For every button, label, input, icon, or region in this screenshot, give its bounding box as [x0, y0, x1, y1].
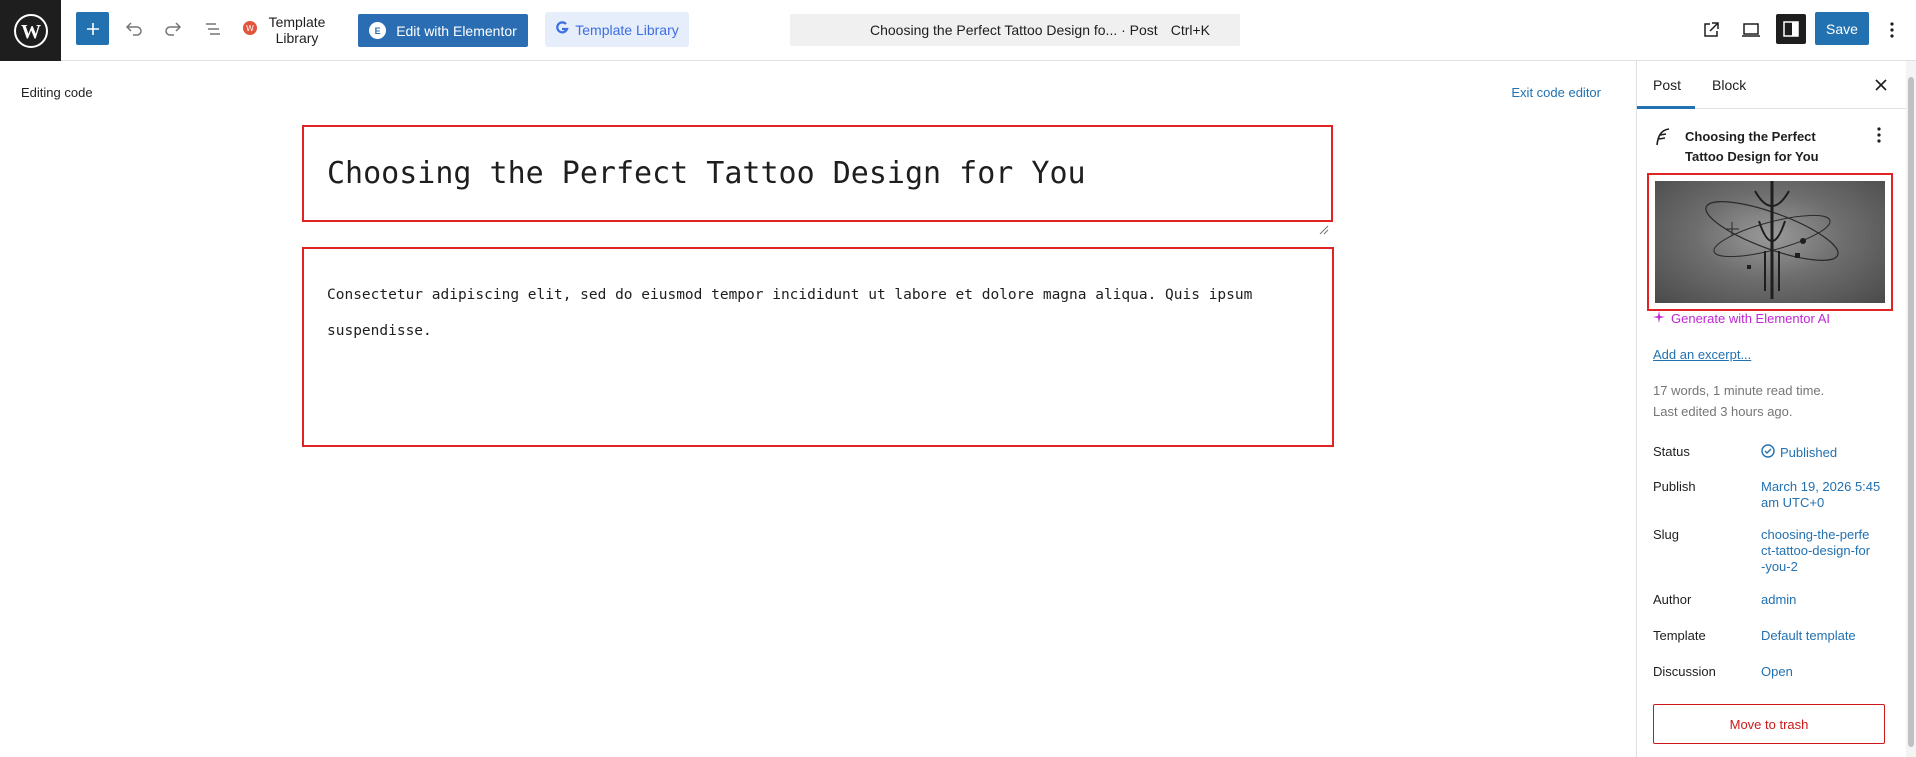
add-excerpt-link[interactable]: Add an excerpt...: [1653, 347, 1751, 362]
featured-image: [1655, 181, 1885, 303]
post-title-textarea[interactable]: Choosing the Perfect Tattoo Design for Y…: [302, 125, 1333, 235]
settings-sidebar: Post Block Choosing the Perfect Tattoo D…: [1636, 61, 1916, 757]
slug-label: Slug: [1653, 527, 1680, 542]
edit-with-elementor-button[interactable]: E Edit with Elementor: [358, 14, 528, 47]
post-meta-info: 17 words, 1 minute read time. Last edite…: [1653, 380, 1824, 422]
view-post-external-icon[interactable]: [1694, 13, 1727, 46]
template-value-button[interactable]: Default template: [1761, 628, 1881, 644]
template-library-menu[interactable]: W Template Library: [242, 11, 328, 49]
author-label: Author: [1653, 592, 1692, 607]
featured-image-button[interactable]: [1647, 173, 1893, 311]
status-value: Published: [1780, 445, 1838, 460]
template-library-label: Template Library: [268, 14, 326, 46]
generate-with-elementor-ai-button[interactable]: Generate with Elementor AI: [1653, 311, 1830, 326]
published-check-icon: [1761, 444, 1775, 462]
last-edited-text: Last edited 3 hours ago.: [1653, 404, 1793, 419]
discussion-label: Discussion: [1653, 664, 1716, 679]
post-content-textarea[interactable]: Consectetur adipiscing elit, sed do eius…: [302, 247, 1334, 447]
word-count-text: 17 words, 1 minute read time.: [1653, 383, 1825, 398]
settings-sidebar-toggle-icon[interactable]: [1776, 14, 1806, 44]
sidebar-scrollbar[interactable]: [1906, 61, 1916, 757]
svg-text:W: W: [246, 24, 254, 33]
post-title-text: Choosing the Perfect Tattoo Design for Y…: [327, 156, 1086, 191]
command-palette-button[interactable]: Choosing the Perfect Tattoo Design fo...…: [790, 14, 1240, 46]
post-content-text: Consectetur adipiscing elit, sed do eius…: [327, 287, 1253, 339]
resize-handle-icon[interactable]: [1319, 208, 1329, 235]
command-shortcut: Ctrl+K: [1170, 22, 1210, 38]
command-title: Choosing the Perfect Tattoo Design fo...…: [870, 22, 1158, 38]
tab-block[interactable]: Block: [1712, 61, 1746, 109]
post-feather-icon: [1655, 127, 1671, 152]
options-menu-icon[interactable]: [1877, 13, 1907, 46]
status-label: Status: [1653, 444, 1690, 459]
move-to-trash-button[interactable]: Move to trash: [1653, 704, 1885, 744]
editor-header: W W Template Library E Edit with Element…: [0, 0, 1916, 61]
tab-post[interactable]: Post: [1653, 61, 1681, 109]
post-actions-menu-icon[interactable]: [1869, 127, 1889, 147]
discussion-value-button[interactable]: Open: [1761, 664, 1881, 680]
sidebar-tabs: Post Block: [1637, 61, 1916, 109]
author-value-button[interactable]: admin: [1761, 592, 1881, 608]
close-icon[interactable]: [1869, 73, 1893, 97]
elementor-icon: E: [369, 22, 387, 39]
document-overview-icon[interactable]: [196, 12, 229, 45]
status-value-button[interactable]: Published: [1761, 444, 1881, 462]
exit-code-editor-button[interactable]: Exit code editor: [1511, 85, 1601, 100]
preview-desktop-icon[interactable]: [1734, 13, 1767, 46]
add-block-button[interactable]: [76, 12, 109, 45]
svg-text:W: W: [21, 21, 41, 43]
scrollbar-thumb[interactable]: [1908, 77, 1914, 747]
generate-ai-label: Generate with Elementor AI: [1671, 311, 1830, 326]
template-library-button-label: Template Library: [575, 21, 679, 38]
template-library-button[interactable]: Template Library: [545, 12, 689, 47]
publish-date-button[interactable]: March 19, 2026 5:45 am UTC+0: [1761, 479, 1881, 511]
redo-icon[interactable]: [156, 12, 189, 45]
sparkle-icon: [1653, 311, 1665, 326]
template-library-logo-icon: W: [242, 20, 258, 41]
wordpress-logo-icon[interactable]: W: [0, 0, 61, 61]
editing-code-label: Editing code: [21, 85, 93, 100]
publish-label: Publish: [1653, 479, 1696, 494]
sidebar-post-title: Choosing the Perfect Tattoo Design for Y…: [1685, 129, 1819, 164]
edit-with-elementor-label: Edit with Elementor: [396, 22, 517, 39]
code-editor-area: Editing code Exit code editor Choosing t…: [0, 61, 1636, 757]
undo-icon[interactable]: [117, 12, 150, 45]
active-tab-indicator: [1637, 106, 1695, 109]
save-button[interactable]: Save: [1815, 12, 1869, 45]
slug-value-button[interactable]: choosing-the-perfect-tattoo-design-for-y…: [1761, 527, 1873, 575]
template-library-g-icon: [555, 20, 569, 39]
template-label: Template: [1653, 628, 1706, 643]
